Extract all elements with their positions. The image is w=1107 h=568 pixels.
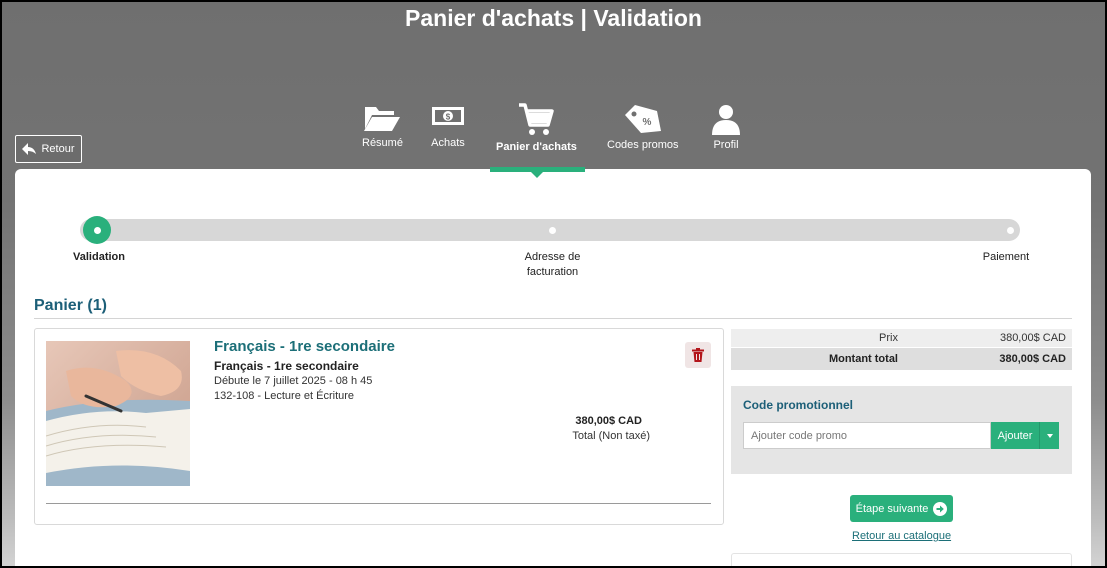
remove-item-button[interactable]	[685, 342, 711, 368]
promo-add-button[interactable]: Ajouter	[991, 422, 1039, 449]
page-title: Panier d'achats | Validation	[405, 5, 702, 31]
nav-label: Résumé	[362, 137, 403, 149]
caret-down-icon	[1046, 433, 1053, 438]
svg-text:$: $	[446, 113, 451, 122]
nav-item-codes-promos[interactable]: % Codes promos	[607, 103, 679, 151]
trash-icon	[692, 348, 704, 362]
summary-price-value: 380,00$ CAD	[999, 332, 1066, 344]
course-title[interactable]: Français - 1re secondaire	[214, 338, 395, 355]
summary-price-label: Prix	[879, 332, 898, 344]
shopping-cart-icon	[519, 103, 555, 135]
nav-item-profil[interactable]: Profil	[710, 103, 742, 151]
step-label-validation: Validation	[73, 251, 125, 263]
summary-price-row: Prix 380,00$ CAD	[731, 329, 1072, 347]
nav-item-resume[interactable]: Résumé	[362, 103, 403, 149]
folder-open-icon	[364, 107, 401, 131]
next-step-button[interactable]: Étape suivante	[850, 495, 953, 522]
promo-title: Code promotionnel	[743, 398, 853, 412]
back-to-catalog-link[interactable]: Retour au catalogue	[852, 530, 951, 542]
next-step-label: Étape suivante	[855, 502, 929, 515]
nav-label: Panier d'achats	[496, 141, 577, 153]
item-price-note: Total (Non taxé)	[572, 430, 650, 442]
promo-dropdown-toggle[interactable]	[1039, 422, 1059, 449]
step-dot-facturation	[549, 227, 556, 234]
step-dot-paiement	[1007, 227, 1014, 234]
money-bill-icon: $	[432, 107, 464, 125]
nav-item-panier[interactable]: Panier d'achats	[496, 103, 577, 153]
promo-code-input[interactable]	[743, 422, 991, 449]
svg-text:%: %	[642, 117, 651, 128]
nav-label: Profil	[713, 139, 739, 151]
active-tab-caret	[530, 171, 544, 178]
course-code: 132-108 - Lecture et Écriture	[214, 390, 355, 402]
summary-total-label: Montant total	[828, 353, 898, 365]
user-icon	[712, 105, 740, 135]
course-image	[46, 341, 190, 486]
summary-bottom-panel	[731, 553, 1072, 568]
main-nav: Résumé $ Achats Panier d'achats % Codes …	[0, 103, 1107, 173]
nav-label: Achats	[431, 137, 465, 149]
step-label-facturation: Adresse de facturation	[500, 250, 605, 280]
summary-total-row: Montant total 380,00$ CAD	[731, 348, 1072, 370]
nav-item-achats[interactable]: $ Achats	[431, 103, 465, 149]
step-dot-validation	[83, 216, 111, 244]
step-label-line: Adresse de	[524, 251, 581, 263]
summary-total-value: 380,00$ CAD	[999, 353, 1066, 365]
nav-label: Codes promos	[607, 139, 679, 151]
divider	[34, 318, 1072, 319]
step-label-paiement: Paiement	[982, 251, 1030, 263]
tag-percent-icon: %	[624, 105, 661, 133]
cart-heading: Panier (1)	[34, 297, 107, 314]
divider	[46, 503, 711, 504]
item-price: 380,00$ CAD	[575, 415, 642, 427]
step-label-line: facturation	[526, 266, 579, 278]
course-start-date: Débute le 7 juillet 2025 - 08 h 45	[214, 375, 373, 387]
arrow-circle-right-icon	[933, 501, 948, 516]
course-subtitle: Français - 1re secondaire	[214, 359, 359, 373]
